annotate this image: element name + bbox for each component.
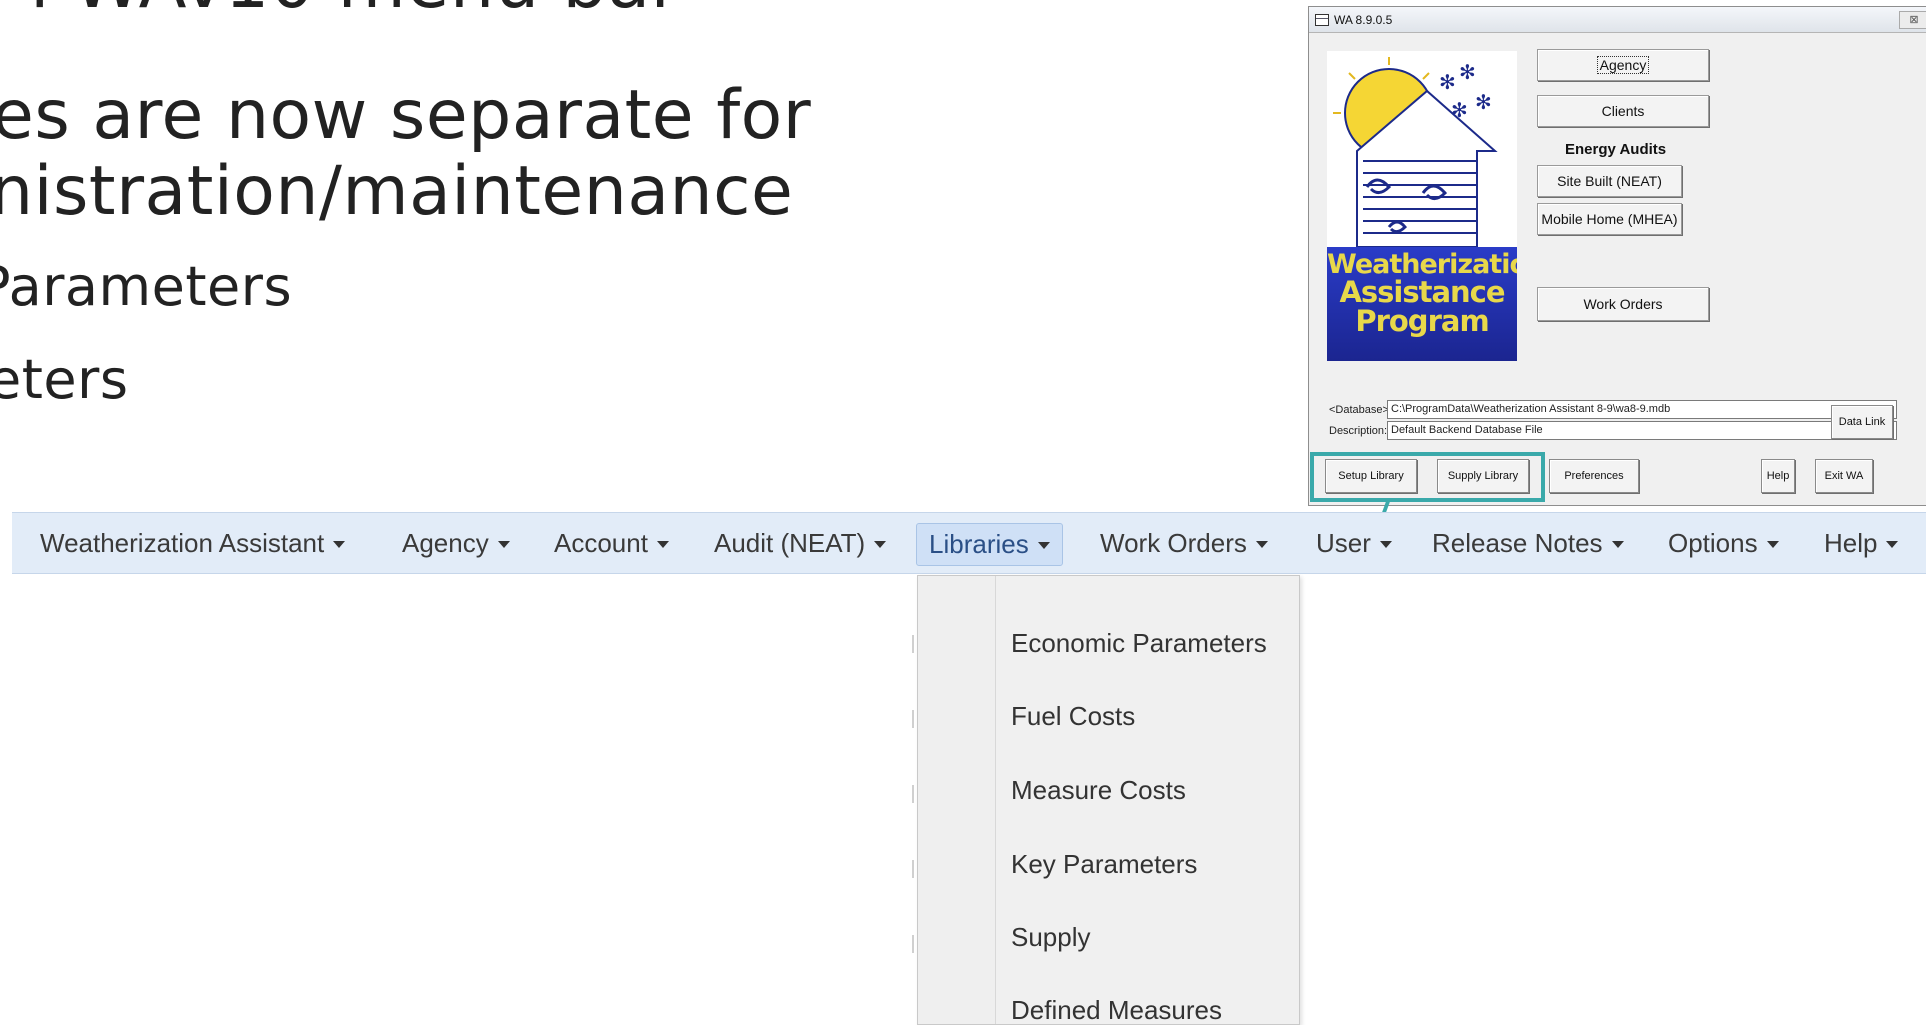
caret-down-icon xyxy=(1766,540,1779,548)
menu-label: User xyxy=(1316,527,1371,558)
libraries-dropdown: Economic Parameters Fuel Costs Measure C… xyxy=(917,575,1300,1025)
caret-down-icon xyxy=(1886,540,1899,548)
site-built-neat-button[interactable]: Site Built (NEAT) xyxy=(1537,165,1682,197)
data-link-button[interactable]: Data Link xyxy=(1831,405,1893,439)
caret-down-icon xyxy=(497,540,510,548)
svg-text:✻: ✻ xyxy=(1459,60,1476,84)
menu-weatherization-assistant[interactable]: Weatherization Assistant xyxy=(40,513,346,573)
menu-label: Options xyxy=(1668,527,1758,558)
logo-line-1: Weatherization xyxy=(1327,249,1517,280)
database-label: <Database>: xyxy=(1329,404,1392,416)
clients-button[interactable]: Clients xyxy=(1537,95,1709,127)
background-tick xyxy=(912,785,914,803)
caret-down-icon xyxy=(656,540,669,548)
description-label: Description: xyxy=(1329,425,1388,437)
background-tick xyxy=(912,860,914,878)
logo-artwork: ✻✻✻✻ xyxy=(1333,57,1498,248)
menu-label: Audit (NEAT) xyxy=(714,527,866,558)
svg-text:✻: ✻ xyxy=(1439,70,1456,94)
wa10-menu-bar: Weatherization Assistant Agency Account … xyxy=(12,512,1926,574)
legacy-wa-window: WA 8.9.0.5 ⊠ ✻✻✻✻ Weatherizatio xyxy=(1308,6,1926,506)
caret-down-icon xyxy=(1255,540,1268,548)
weatherization-logo: ✻✻✻✻ Weatherization Assistance Program xyxy=(1327,51,1517,361)
svg-text:✻: ✻ xyxy=(1451,98,1468,122)
menu-options[interactable]: Options xyxy=(1668,513,1779,573)
menu-label: Account xyxy=(554,527,648,558)
agency-button-label: Agency xyxy=(1596,56,1650,74)
description-field[interactable]: Default Backend Database File xyxy=(1387,421,1897,440)
svg-text:✻: ✻ xyxy=(1475,90,1492,114)
window-title: WA 8.9.0.5 xyxy=(1334,12,1393,27)
library-buttons-highlight xyxy=(1310,452,1545,502)
mobile-home-mhea-button[interactable]: Mobile Home (MHEA) xyxy=(1537,203,1682,235)
caret-down-icon xyxy=(1379,540,1392,548)
window-titlebar: WA 8.9.0.5 xyxy=(1309,7,1926,33)
menu-item-economic-parameters[interactable]: Economic Parameters xyxy=(1011,623,1267,663)
database-path-field[interactable]: C:\ProgramData\Weatherization Assistant … xyxy=(1387,400,1897,419)
background-tick xyxy=(912,935,914,953)
background-tick xyxy=(912,635,914,653)
menu-release-notes[interactable]: Release Notes xyxy=(1432,513,1624,573)
work-orders-button[interactable]: Work Orders xyxy=(1537,287,1709,321)
menu-user[interactable]: User xyxy=(1316,513,1392,573)
agency-button[interactable]: Agency xyxy=(1537,49,1709,81)
menu-libraries[interactable]: Libraries xyxy=(916,523,1063,566)
slide-line-2: es are now separate for xyxy=(0,76,812,155)
slide-line-3: nistration/maintenance xyxy=(0,152,794,231)
menu-item-supply[interactable]: Supply xyxy=(1011,917,1091,957)
caret-down-icon xyxy=(1037,542,1050,549)
logo-line-3: Program xyxy=(1355,304,1489,338)
slide-line-4: Parameters xyxy=(0,255,293,318)
caret-down-icon xyxy=(874,540,887,548)
menu-audit-neat[interactable]: Audit (NEAT) xyxy=(714,513,887,573)
slide-line-5: eters xyxy=(0,348,129,411)
dropdown-icon-gutter xyxy=(918,576,996,1024)
caret-down-icon xyxy=(333,540,346,548)
menu-account[interactable]: Account xyxy=(554,513,669,573)
logo-text: Weatherization Assistance Program xyxy=(1327,247,1517,361)
menu-item-fuel-costs[interactable]: Fuel Costs xyxy=(1011,696,1135,736)
caret-down-icon xyxy=(1611,540,1624,548)
menu-work-orders[interactable]: Work Orders xyxy=(1100,513,1268,573)
menu-label: Weatherization Assistant xyxy=(40,527,325,558)
preferences-button[interactable]: Preferences xyxy=(1549,459,1639,493)
exit-wa-button[interactable]: Exit WA xyxy=(1815,459,1873,493)
energy-audits-heading: Energy Audits xyxy=(1565,141,1667,158)
menu-label: Libraries xyxy=(929,529,1029,559)
menu-label: Help xyxy=(1824,527,1878,558)
menu-label: Release Notes xyxy=(1432,527,1603,558)
help-button[interactable]: Help xyxy=(1761,459,1795,493)
menu-item-defined-measures[interactable]: Defined Measures xyxy=(1011,990,1222,1025)
slide-line-1: l WAv10 menu bar xyxy=(30,0,680,24)
close-icon[interactable]: ⊠ xyxy=(1899,11,1926,29)
menu-item-key-parameters[interactable]: Key Parameters xyxy=(1011,844,1197,884)
app-icon xyxy=(1315,13,1329,26)
menu-label: Work Orders xyxy=(1100,527,1247,558)
menu-label: Agency xyxy=(402,527,489,558)
menu-help[interactable]: Help xyxy=(1824,513,1899,573)
menu-agency[interactable]: Agency xyxy=(402,513,510,573)
menu-item-measure-costs[interactable]: Measure Costs xyxy=(1011,770,1186,810)
background-tick xyxy=(912,710,914,728)
logo-line-2: Assistance xyxy=(1339,275,1505,309)
